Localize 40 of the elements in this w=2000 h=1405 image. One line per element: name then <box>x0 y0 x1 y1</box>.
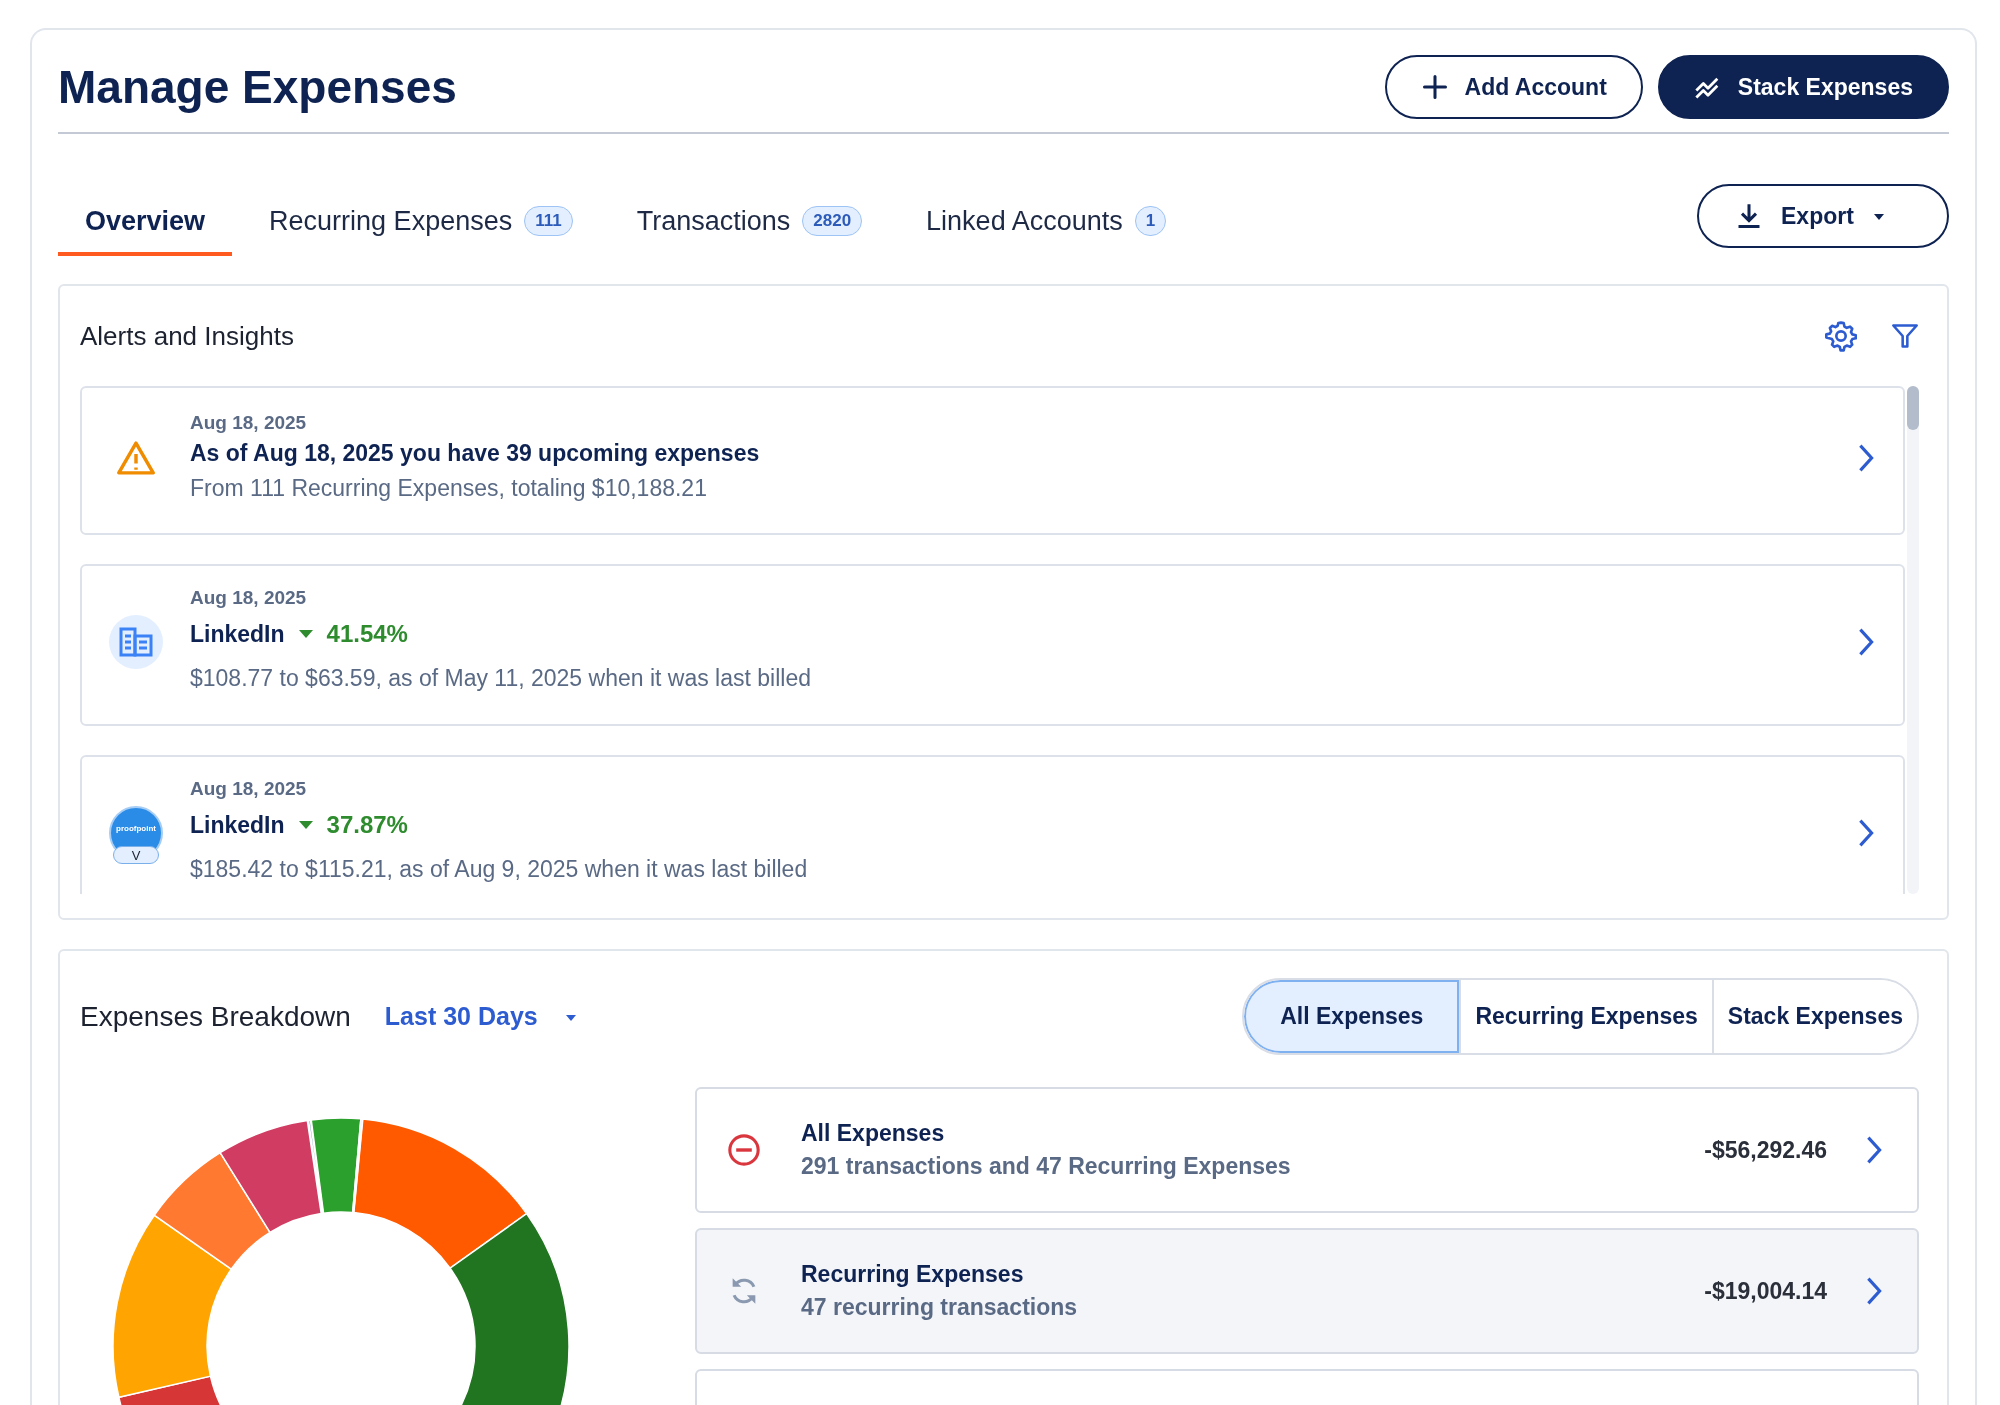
alert-detail: $108.77 to $63.59, as of May 11, 2025 when it was last billed <box>190 664 812 693</box>
stack-expenses-button[interactable]: Stack Expenses <box>1657 55 1949 119</box>
alert-card[interactable]: Aug 18, 2025 As of Aug 18, 2025 you have 39 upcoming expenses From 111 Recurring Expenses, totaling $10,188.21 <box>80 386 1905 535</box>
tab[interactable]: Recurring Expenses 111 <box>242 186 600 256</box>
page-title: Manage Expenses <box>58 60 457 114</box>
amount: -$56,292.46 <box>1704 1136 1827 1164</box>
expense-summary-row[interactable]: Recurring Expenses 47 recurring transactions -$19,004.14 <box>695 1228 1919 1354</box>
amount: -$19,004.14 <box>1704 1277 1827 1305</box>
row-title: Recurring Expenses <box>801 1261 1025 1288</box>
expense-summary-row[interactable]: All Expenses 291 transactions and 47 Recurring Expenses -$56,292.46 <box>695 1087 1919 1213</box>
logo-text: proofpoint <box>116 823 156 833</box>
period-dropdown[interactable]: Last 30 Days <box>384 1002 578 1031</box>
alert-detail: $185.42 to $115.21, as of Aug 9, 2025 when it was last billed <box>190 855 809 884</box>
add-account-button[interactable]: Add Account <box>1384 55 1643 119</box>
alert-date: Aug 18, 2025 <box>190 586 308 610</box>
alert-title: As of Aug 18, 2025 you have 39 upcoming expenses <box>190 438 760 468</box>
alert-detail: From 111 Recurring Expenses, totaling $10,188.21 <box>190 473 708 503</box>
filter-tab[interactable]: All Expenses <box>1244 980 1460 1053</box>
alert-date: Aug 18, 2025 <box>190 777 308 801</box>
row-title: All Expenses <box>801 1120 946 1147</box>
alert-title: LinkedIn <box>190 811 285 840</box>
section-title: Expenses Breakdown <box>80 1000 351 1033</box>
row-detail: 291 transactions and 47 Recurring Expenses <box>801 1153 1292 1180</box>
export-button[interactable]: Export <box>1697 184 1949 248</box>
filter-tab[interactable]: Stack Expenses <box>1711 980 1917 1053</box>
logo-badge: V <box>113 846 159 864</box>
section-title: Alerts and Insights <box>80 320 294 352</box>
alert-card[interactable]: Aug 18, 2025 LinkedIn 41.54% $108.77 to $63.59, as of May 11, 2025 when it was last billed <box>80 564 1905 726</box>
row-detail: 47 recurring transactions <box>801 1294 1079 1321</box>
alert-card[interactable]: proofpoint V Aug 18, 2025 LinkedIn 37.87% $185.42 to $115.21, as of Aug 9, 2025 when it was last billed <box>80 755 1905 894</box>
alert-title: LinkedIn <box>190 620 285 649</box>
count-badge: 2820 <box>802 206 863 236</box>
tab[interactable]: Overview <box>58 186 233 256</box>
count-badge: 1 <box>1134 206 1167 236</box>
tab[interactable]: Transactions 2820 <box>609 186 890 256</box>
count-badge: 111 <box>524 206 573 236</box>
alert-date: Aug 18, 2025 <box>190 410 308 435</box>
percent-change: 41.54% <box>326 619 408 649</box>
tab[interactable]: Linked Accounts 1 <box>899 186 1194 256</box>
percent-change: 37.87% <box>326 810 408 840</box>
